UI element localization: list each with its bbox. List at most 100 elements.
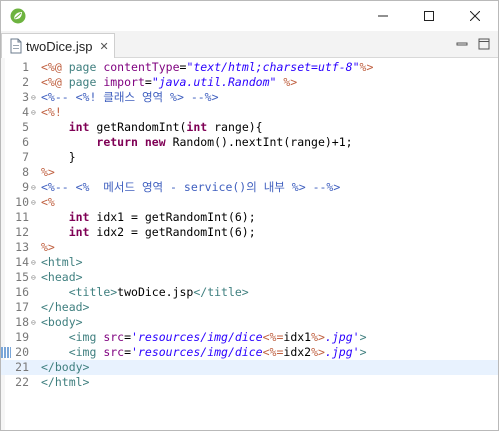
code-token: int bbox=[68, 225, 90, 239]
code-token: %> bbox=[311, 345, 325, 359]
code-text: <%@ page import="java.util.Random" %> bbox=[41, 75, 297, 90]
maximize-icon bbox=[424, 11, 434, 21]
code-token: <html> bbox=[41, 255, 83, 269]
line-number: 1 bbox=[22, 60, 29, 74]
code-token: <title> bbox=[68, 285, 118, 299]
code-line[interactable]: 4 ⊖ <%! bbox=[1, 105, 498, 120]
code-line[interactable]: 6 return new Random().nextInt(range)+1; bbox=[1, 135, 498, 150]
code-line[interactable]: 7 } bbox=[1, 150, 498, 165]
code-text: <html> bbox=[41, 255, 83, 270]
minimize-view-icon[interactable] bbox=[456, 38, 468, 50]
tab-twodice-jsp[interactable]: twoDice.jsp ✕ bbox=[1, 33, 115, 58]
line-number: 19 bbox=[15, 330, 29, 344]
code-line[interactable]: 9 ⊖ <%-- <% 메서드 영역 - service()의 내부 %> --%> bbox=[1, 180, 498, 195]
close-button[interactable] bbox=[452, 1, 498, 31]
line-number: 15 bbox=[15, 270, 29, 284]
code-text: int getRandomInt(int range){ bbox=[41, 120, 263, 135]
fold-toggle-icon[interactable]: ⊖ bbox=[31, 195, 39, 210]
code-token: import bbox=[103, 75, 145, 89]
title-bar[interactable] bbox=[1, 1, 498, 31]
code-token: <% bbox=[41, 195, 55, 209]
code-token: getRandomInt( bbox=[89, 120, 187, 134]
code-token: <head> bbox=[41, 270, 83, 284]
code-line[interactable]: 1 <%@ page contentType="text/html;charset… bbox=[1, 60, 498, 75]
line-number: 18 bbox=[15, 315, 29, 329]
code-token: </html> bbox=[41, 375, 90, 389]
code-line[interactable]: 21 </body> bbox=[1, 360, 498, 375]
code-token: %> bbox=[283, 75, 298, 89]
line-number: 21 bbox=[15, 360, 29, 374]
code-text: <%-- <%! 클래스 영역 %> --%> bbox=[41, 90, 219, 105]
code-line[interactable]: 18 ⊖ <body> bbox=[1, 315, 498, 330]
fold-toggle-icon[interactable]: ⊖ bbox=[31, 90, 39, 105]
code-token: src bbox=[103, 330, 125, 344]
code-text: <% bbox=[41, 195, 55, 210]
code-token: = bbox=[124, 345, 132, 359]
code-token: <img bbox=[68, 345, 104, 359]
code-line[interactable]: 16 <title>twoDice.jsp</title> bbox=[1, 285, 498, 300]
maximize-button[interactable] bbox=[406, 1, 452, 31]
code-text: <head> bbox=[41, 270, 83, 285]
fold-toggle-icon[interactable]: ⊖ bbox=[31, 180, 39, 195]
code-line[interactable]: 5 int getRandomInt(int range){ bbox=[1, 120, 498, 135]
code-token: %> bbox=[359, 60, 374, 74]
code-token: <%@ bbox=[41, 60, 69, 74]
code-token: idx1 bbox=[283, 330, 312, 344]
code-editor[interactable]: 1 <%@ page contentType="text/html;charset… bbox=[1, 58, 498, 430]
code-line[interactable]: 20 <img src='resources/img/dice<%=idx2%>… bbox=[1, 345, 498, 360]
code-line[interactable]: 13 %> bbox=[1, 240, 498, 255]
code-line[interactable]: 22 </html> bbox=[1, 375, 498, 390]
code-token: page bbox=[68, 75, 104, 89]
code-token: = bbox=[144, 75, 152, 89]
code-token: idx1 = getRandomInt(6); bbox=[89, 210, 256, 224]
code-token: > bbox=[359, 345, 367, 359]
spring-leaf-icon bbox=[10, 8, 26, 24]
code-line[interactable]: 2 <%@ page import="java.util.Random" %> bbox=[1, 75, 498, 90]
code-line[interactable]: 14 ⊖ <html> bbox=[1, 255, 498, 270]
code-token: "text/html;charset=utf-8" bbox=[186, 60, 360, 74]
line-number: 16 bbox=[15, 285, 29, 299]
code-token: <%= bbox=[262, 345, 284, 359]
code-line[interactable]: 3 ⊖ <%-- <%! 클래스 영역 %> --%> bbox=[1, 90, 498, 105]
code-token: <body> bbox=[41, 315, 83, 329]
code-line[interactable]: 11 int idx1 = getRandomInt(6); bbox=[1, 210, 498, 225]
code-token: <%-- <%! 클래스 영역 %> --%> bbox=[41, 90, 219, 104]
code-line[interactable]: 8 %> bbox=[1, 165, 498, 180]
code-text: <img src='resources/img/dice<%=idx2%>.jp… bbox=[41, 345, 367, 360]
line-number: 6 bbox=[22, 135, 29, 149]
code-text: int idx1 = getRandomInt(6); bbox=[41, 210, 256, 225]
fold-toggle-icon[interactable]: ⊖ bbox=[31, 270, 39, 285]
line-number: 9 bbox=[22, 180, 29, 194]
line-number: 12 bbox=[15, 225, 29, 239]
code-text: <%-- <% 메서드 영역 - service()의 내부 %> --%> bbox=[41, 180, 340, 195]
code-token: <img bbox=[68, 330, 104, 344]
code-line[interactable]: 17 </head> bbox=[1, 300, 498, 315]
line-number: 17 bbox=[15, 300, 29, 314]
tab-close-button[interactable]: ✕ bbox=[99, 40, 108, 53]
code-line[interactable]: 19 <img src='resources/img/dice<%=idx1%>… bbox=[1, 330, 498, 345]
line-number: 10 bbox=[15, 195, 29, 209]
code-text: <body> bbox=[41, 315, 83, 330]
code-text: </body> bbox=[41, 360, 89, 375]
tab-label: twoDice.jsp bbox=[26, 38, 93, 54]
fold-toggle-icon[interactable]: ⊖ bbox=[31, 105, 39, 120]
maximize-view-icon[interactable] bbox=[478, 38, 490, 50]
code-token: "java.util.Random" bbox=[151, 75, 277, 89]
code-text: return new Random().nextInt(range)+1; bbox=[41, 135, 353, 150]
code-token: Random().nextInt(range)+1; bbox=[165, 135, 353, 149]
fold-toggle-icon[interactable]: ⊖ bbox=[31, 315, 39, 330]
code-line[interactable]: 12 int idx2 = getRandomInt(6); bbox=[1, 225, 498, 240]
minimize-button[interactable] bbox=[360, 1, 406, 31]
code-text: } bbox=[41, 150, 76, 165]
line-number: 13 bbox=[15, 240, 29, 254]
line-number: 2 bbox=[22, 75, 29, 89]
fold-toggle-icon[interactable]: ⊖ bbox=[31, 255, 39, 270]
code-line[interactable]: 10 ⊖ <% bbox=[1, 195, 498, 210]
code-token: int bbox=[68, 210, 90, 224]
code-line[interactable]: 15 ⊖ <head> bbox=[1, 270, 498, 285]
